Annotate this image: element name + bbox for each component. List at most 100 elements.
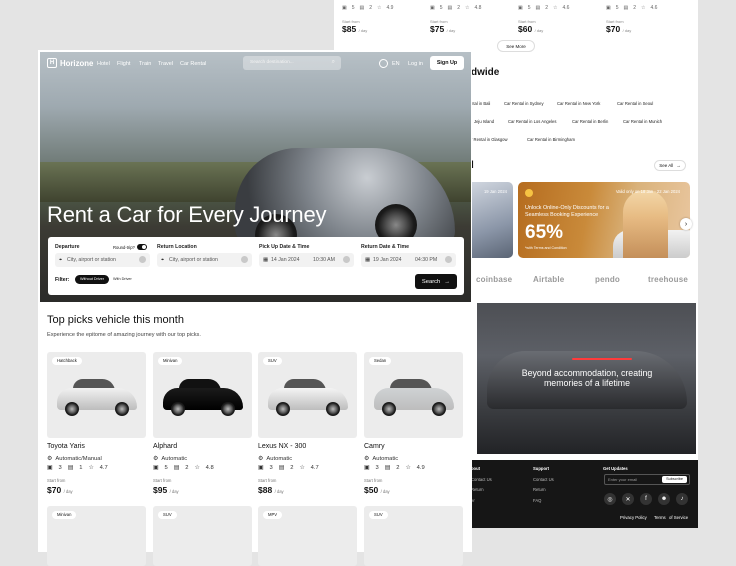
car-name[interactable]: Toyota Yaris [47,443,85,450]
footer-link[interactable]: Contact Us [533,475,554,486]
globe-icon[interactable] [379,59,388,68]
rental-location-link[interactable]: Car Rental in Birmingham [527,137,575,142]
car-meta: ▣ 3 ▤ 2 ☆ 4.9 [364,465,425,471]
footer-col-title: Get Updates [603,466,628,471]
bags-count: 2 [545,5,549,11]
nav-link-flight[interactable]: Flight [117,61,130,67]
x-twitter-icon[interactable]: ✕ [622,493,634,505]
brand-logo[interactable]: H Horizone [47,58,93,68]
footer-link[interactable]: er [471,496,492,507]
rental-location-link[interactable]: Car Rental in Sydney [504,101,544,106]
car-image [266,378,350,418]
pickup-datetime-input[interactable]: ▦ 14 Jan 2024 10:30 AM [259,253,354,267]
email-input[interactable]: Enter your email Subscribe [604,474,690,485]
signup-button[interactable]: Sign Up [430,56,464,70]
car-name[interactable]: Camry [364,443,385,450]
car-name[interactable]: Lexus NX - 300 [258,443,306,450]
calendar-icon: ▦ [263,256,269,263]
search-button[interactable]: Search → [415,274,457,289]
toggle-switch[interactable] [136,244,147,250]
arrow-right-icon: → [676,163,681,168]
nav-link-hotel[interactable]: Hotel [97,61,110,67]
see-all-button[interactable]: See All → [654,160,686,171]
car-wheel [221,402,235,416]
rental-location-link[interactable]: Car Rental in Seoul [617,101,653,106]
rental-location-link[interactable]: r Rental in Glasgow [471,137,508,142]
nav-link-car-rental[interactable]: Car Rental [180,61,206,67]
rental-location-link[interactable]: ntal in Bali [471,101,490,106]
footer-col-about: bout Contact Us Return er [471,464,492,506]
price-unit: / day [358,28,368,33]
star-icon: ☆ [641,5,646,11]
footer-link[interactable]: Return [471,485,492,496]
bag-icon: ▤ [359,5,365,11]
clear-icon[interactable] [343,256,350,263]
facebook-icon[interactable]: f [640,493,652,505]
car-card[interactable]: Hatchback [47,352,146,438]
language-selector[interactable]: EN [392,61,400,67]
rental-location-link[interactable]: Jeju Island [474,119,494,124]
booking-panel: Departure Round-trip? Return Location Pi… [48,237,464,295]
rental-location-link[interactable]: Car Rental in Berlin [572,119,608,124]
departure-input[interactable]: ⌖ City, airport or station [55,253,150,267]
back-car-card[interactable]: ▣ 5 ▤ 2 ☆ 4.9 Start from $85 / day [342,0,422,34]
car-type-badge: Minivan [52,511,77,519]
footer-link[interactable]: FAQ [533,496,554,507]
login-link[interactable]: Log in [408,61,423,67]
promo-terms: *with Terms and Condition [525,246,567,250]
car-card[interactable]: SUV [364,506,463,566]
rating: 4.9 [386,5,394,11]
search-input[interactable]: Search destination... ⌕ [243,56,341,70]
pickup-date: 14 Jan 2024 [271,257,300,263]
footer-col-title: bout [471,466,481,471]
promo-card-discount[interactable]: Valid only on 18 Jan - 22 Jan 2024 Unloc… [518,182,690,258]
car-card[interactable]: SUV [258,352,357,438]
tiktok-icon[interactable]: ♪ [676,493,688,505]
rental-location-link[interactable]: Car Rental in Los Angeles [508,119,556,124]
price: $85 / day [342,24,422,34]
return-location-input[interactable]: ⌖ City, airport or station [157,253,252,267]
car-name[interactable]: Alphard [153,443,177,450]
car-card[interactable]: MPV [258,506,357,566]
price-value: $50 [364,485,379,495]
promo-badge-icon [525,189,533,197]
rental-location-link[interactable]: Car Rental in Munich [623,119,662,124]
see-more-button[interactable]: See More [497,40,535,52]
subscribe-button[interactable]: Subscribe [662,476,687,483]
return-datetime-input[interactable]: ▦ 19 Jan 2024 04:30 PM [361,253,456,267]
pickup-time: 10:30 AM [313,257,335,263]
footer-link[interactable]: Return [533,485,554,496]
search-icon[interactable]: ⌕ [332,59,335,66]
terms-link[interactable]: Terms [654,515,666,520]
price: $75 / day [430,24,510,34]
filter-with-driver[interactable]: With Driver [108,275,137,284]
clear-icon[interactable] [241,256,248,263]
car-card[interactable]: Minivan [47,506,146,566]
price-unit: / day [534,28,544,33]
price-from-label: Start from [258,478,277,483]
back-car-card[interactable]: ▣ 5 ▤ 2 ☆ 4.8 Start from $75 / day [430,0,510,34]
seat-icon: ▣ [258,465,264,471]
privacy-link[interactable]: Privacy Policy [620,515,647,520]
carousel-next-button[interactable]: › [680,218,692,230]
footer-link[interactable]: Contact Us [471,475,492,486]
back-car-card[interactable]: ▣ 5 ▤ 2 ☆ 4.6 Start from $70 / day [606,0,686,34]
nav-link-travel[interactable]: Travel [158,61,173,67]
roundtrip-toggle[interactable]: Round-trip? [113,244,147,250]
filter-without-driver[interactable]: Without Driver [75,275,110,284]
back-car-card[interactable]: ▣ 5 ▤ 2 ☆ 4.6 Start from $60 / day [518,0,598,34]
clear-icon[interactable] [445,256,452,263]
instagram-icon[interactable]: ◎ [604,493,616,505]
rental-location-link[interactable]: Car Rental in New York [557,101,600,106]
car-meta: ▣ 5 ▤ 2 ☆ 4.6 [518,5,598,11]
discord-icon[interactable]: ☻ [658,493,670,505]
nav-link-train[interactable]: Train [139,61,151,67]
car-transmission: ⚙ Automatic/Manual [47,455,102,463]
service-link[interactable]: of Service [669,515,688,520]
car-card[interactable]: Minivan [153,352,252,438]
promo-card-left[interactable]: 19 Jan 2024 [471,182,513,258]
car-card[interactable]: Sedan [364,352,463,438]
clear-icon[interactable] [139,256,146,263]
car-card[interactable]: SUV [153,506,252,566]
bags-count: 2 [633,5,637,11]
